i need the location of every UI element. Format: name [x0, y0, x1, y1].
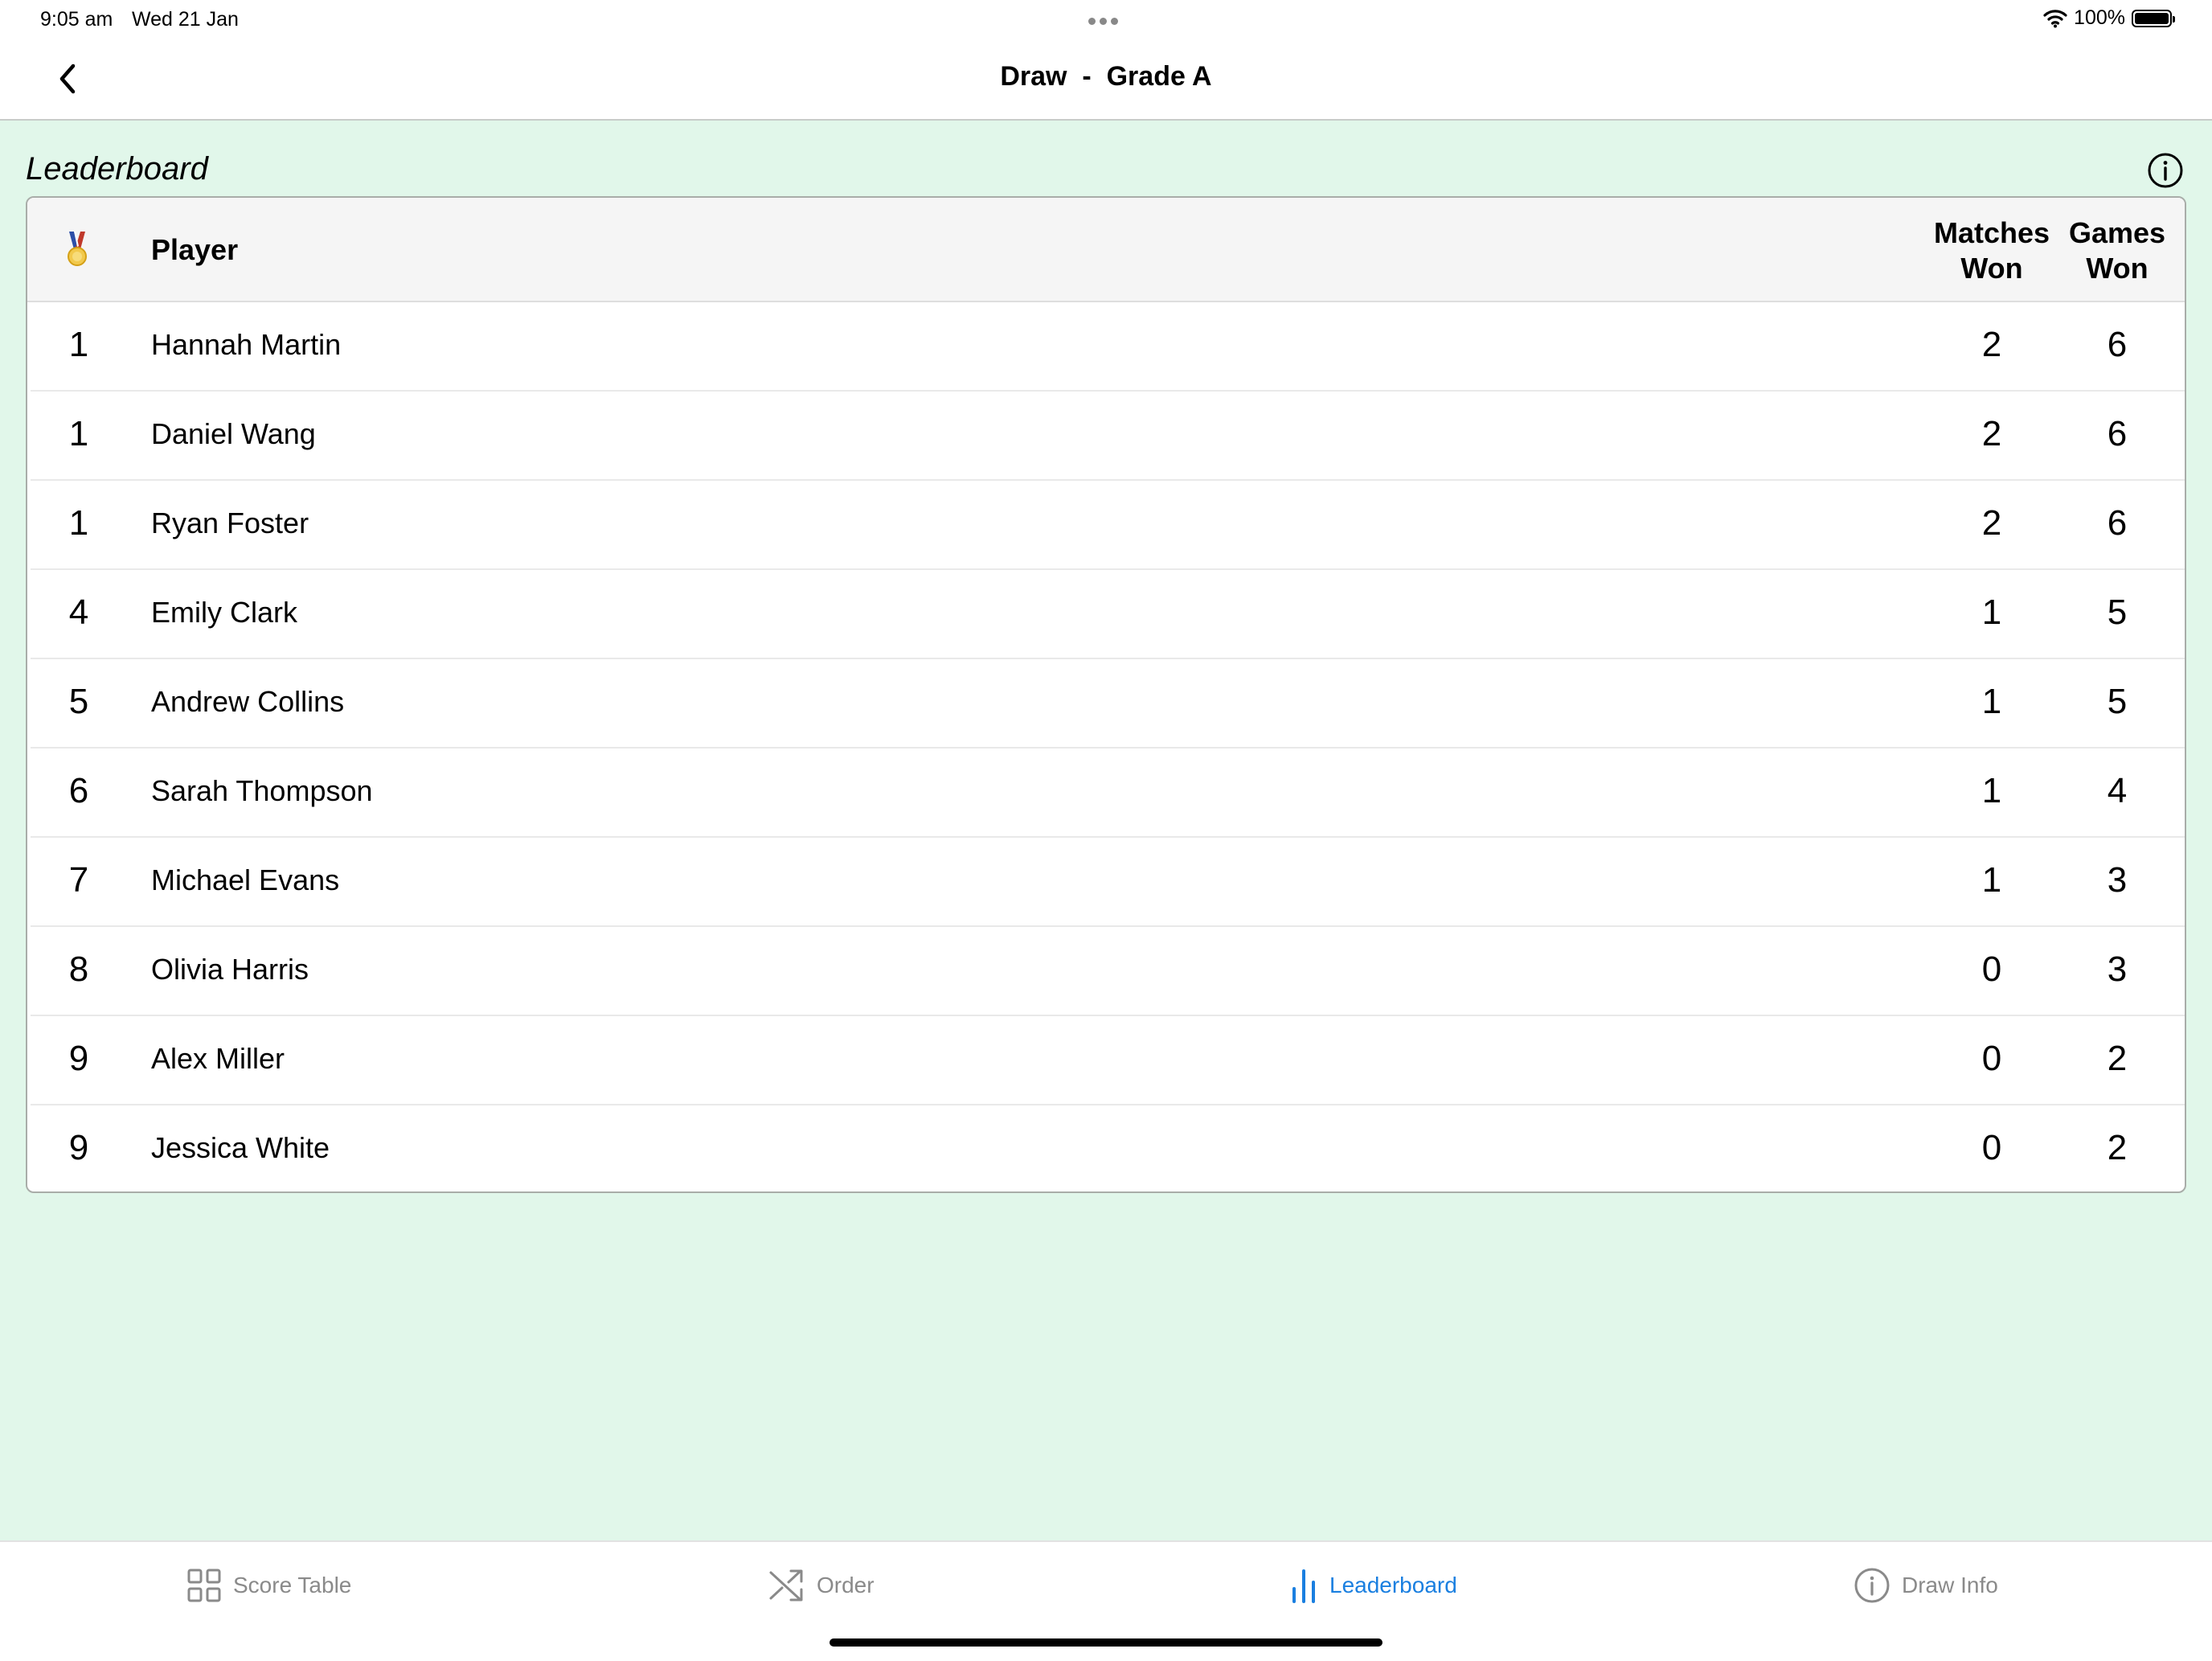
- status-indicators: 100%: [2043, 6, 2175, 30]
- games-won-cell: 5: [2107, 682, 2128, 721]
- games-won-cell: 4: [2107, 771, 2128, 810]
- matches-won-cell: 0: [1981, 1128, 2002, 1167]
- matches-won-cell: 0: [1981, 949, 2002, 989]
- matches-won-cell: 2: [1981, 325, 2002, 364]
- player-name-cell: Andrew Collins: [151, 685, 345, 718]
- table-row[interactable]: 4 Emily Clark 1 5: [31, 570, 2185, 659]
- rank-cell: 9: [68, 1039, 89, 1078]
- matches-won-cell: 1: [1981, 682, 2002, 721]
- grid-icon: [187, 1569, 221, 1602]
- rank-cell: 6: [68, 771, 89, 810]
- tab-draw-info[interactable]: Draw Info: [1854, 1563, 1998, 1608]
- table-row[interactable]: 7 Michael Evans 1 3: [31, 838, 2185, 927]
- multitasking-dots-icon[interactable]: [1088, 14, 1124, 25]
- table-row[interactable]: 6 Sarah Thompson 1 4: [31, 748, 2185, 838]
- bar-chart-icon: [1292, 1569, 1315, 1603]
- matches-won-cell: 2: [1981, 414, 2002, 453]
- tab-label: Order: [817, 1573, 875, 1597]
- table-row[interactable]: 9 Alex Miller 0 2: [31, 1016, 2185, 1105]
- player-name-cell: Michael Evans: [151, 863, 340, 896]
- matches-won-cell: 2: [1981, 503, 2002, 543]
- table-row[interactable]: 9 Jessica White 0 2: [31, 1105, 2185, 1191]
- info-icon: [1854, 1568, 1890, 1603]
- section-title: Leaderboard: [26, 151, 208, 187]
- games-won-cell: 5: [2107, 593, 2128, 632]
- tab-label: Leaderboard: [1329, 1573, 1457, 1597]
- rank-cell: 5: [68, 682, 89, 721]
- games-won-cell: 3: [2107, 860, 2128, 900]
- player-name-cell: Hannah Martin: [151, 328, 342, 361]
- battery-icon: [2132, 9, 2175, 27]
- tab-order[interactable]: Order: [768, 1563, 875, 1608]
- player-name-cell: Sarah Thompson: [151, 774, 373, 807]
- games-won-cell: 6: [2107, 503, 2128, 543]
- games-won-cell: 2: [2107, 1039, 2128, 1078]
- player-name-cell: Emily Clark: [151, 596, 298, 629]
- column-header-player: Player: [151, 233, 239, 266]
- rank-cell: 7: [68, 860, 89, 900]
- wifi-icon: [2043, 9, 2067, 27]
- player-name-cell: Daniel Wang: [151, 417, 316, 450]
- shuffle-icon: [769, 1569, 803, 1602]
- matches-won-cell: 1: [1981, 593, 2002, 632]
- table-row[interactable]: 1 Daniel Wang 2 6: [31, 392, 2185, 481]
- table-body: 1 Hannah Martin 2 6 1 Daniel Wang 2 6 1 …: [27, 302, 2185, 1191]
- player-name-cell: Olivia Harris: [151, 953, 309, 986]
- leaderboard-info-button[interactable]: [2146, 151, 2185, 190]
- tab-score-table[interactable]: Score Table: [186, 1563, 351, 1608]
- status-bar: 9:05 am Wed 21 Jan 100%: [0, 0, 2212, 39]
- games-won-cell: 2: [2107, 1128, 2128, 1167]
- table-row[interactable]: 8 Olivia Harris 0 3: [31, 927, 2185, 1016]
- player-name-cell: Alex Miller: [151, 1042, 285, 1075]
- status-time: 9:05 am: [40, 8, 113, 31]
- info-icon: [2148, 153, 2183, 188]
- table-row[interactable]: 1 Hannah Martin 2 6: [31, 302, 2185, 392]
- rank-cell: 9: [68, 1128, 89, 1167]
- games-won-cell: 6: [2107, 414, 2128, 453]
- rank-cell: 1: [68, 414, 89, 453]
- matches-won-cell: 1: [1981, 860, 2002, 900]
- tab-leaderboard[interactable]: Leaderboard: [1289, 1563, 1457, 1608]
- medal-icon: [68, 232, 87, 266]
- status-date: Wed 21 Jan: [132, 8, 239, 31]
- table-row[interactable]: 1 Ryan Foster 2 6: [31, 481, 2185, 570]
- table-row[interactable]: 5 Andrew Collins 1 5: [31, 659, 2185, 748]
- rank-cell: 8: [68, 949, 89, 989]
- navigation-bar: Draw - Grade A: [0, 39, 2212, 121]
- leaderboard-table: Player Matches Won Games Won 1 Hannah Ma…: [26, 196, 2186, 1193]
- tab-label: Score Table: [233, 1573, 352, 1597]
- games-won-cell: 6: [2107, 325, 2128, 364]
- matches-won-cell: 0: [1981, 1039, 2002, 1078]
- table-header: Player Matches Won Games Won: [27, 198, 2185, 302]
- rank-cell: 1: [68, 503, 89, 543]
- matches-won-cell: 1: [1981, 771, 2002, 810]
- page-title: Draw - Grade A: [1000, 61, 1212, 92]
- games-won-cell: 3: [2107, 949, 2128, 989]
- player-name-cell: Jessica White: [151, 1131, 330, 1164]
- rank-cell: 1: [68, 325, 89, 364]
- tab-label: Draw Info: [1902, 1573, 1998, 1597]
- column-header-games-won: Games Won: [2068, 216, 2166, 285]
- battery-percent: 100%: [2074, 6, 2125, 29]
- player-name-cell: Ryan Foster: [151, 507, 309, 539]
- home-indicator[interactable]: [830, 1638, 1382, 1647]
- column-header-matches-won: Matches Won: [1933, 216, 2050, 285]
- rank-cell: 4: [68, 593, 89, 632]
